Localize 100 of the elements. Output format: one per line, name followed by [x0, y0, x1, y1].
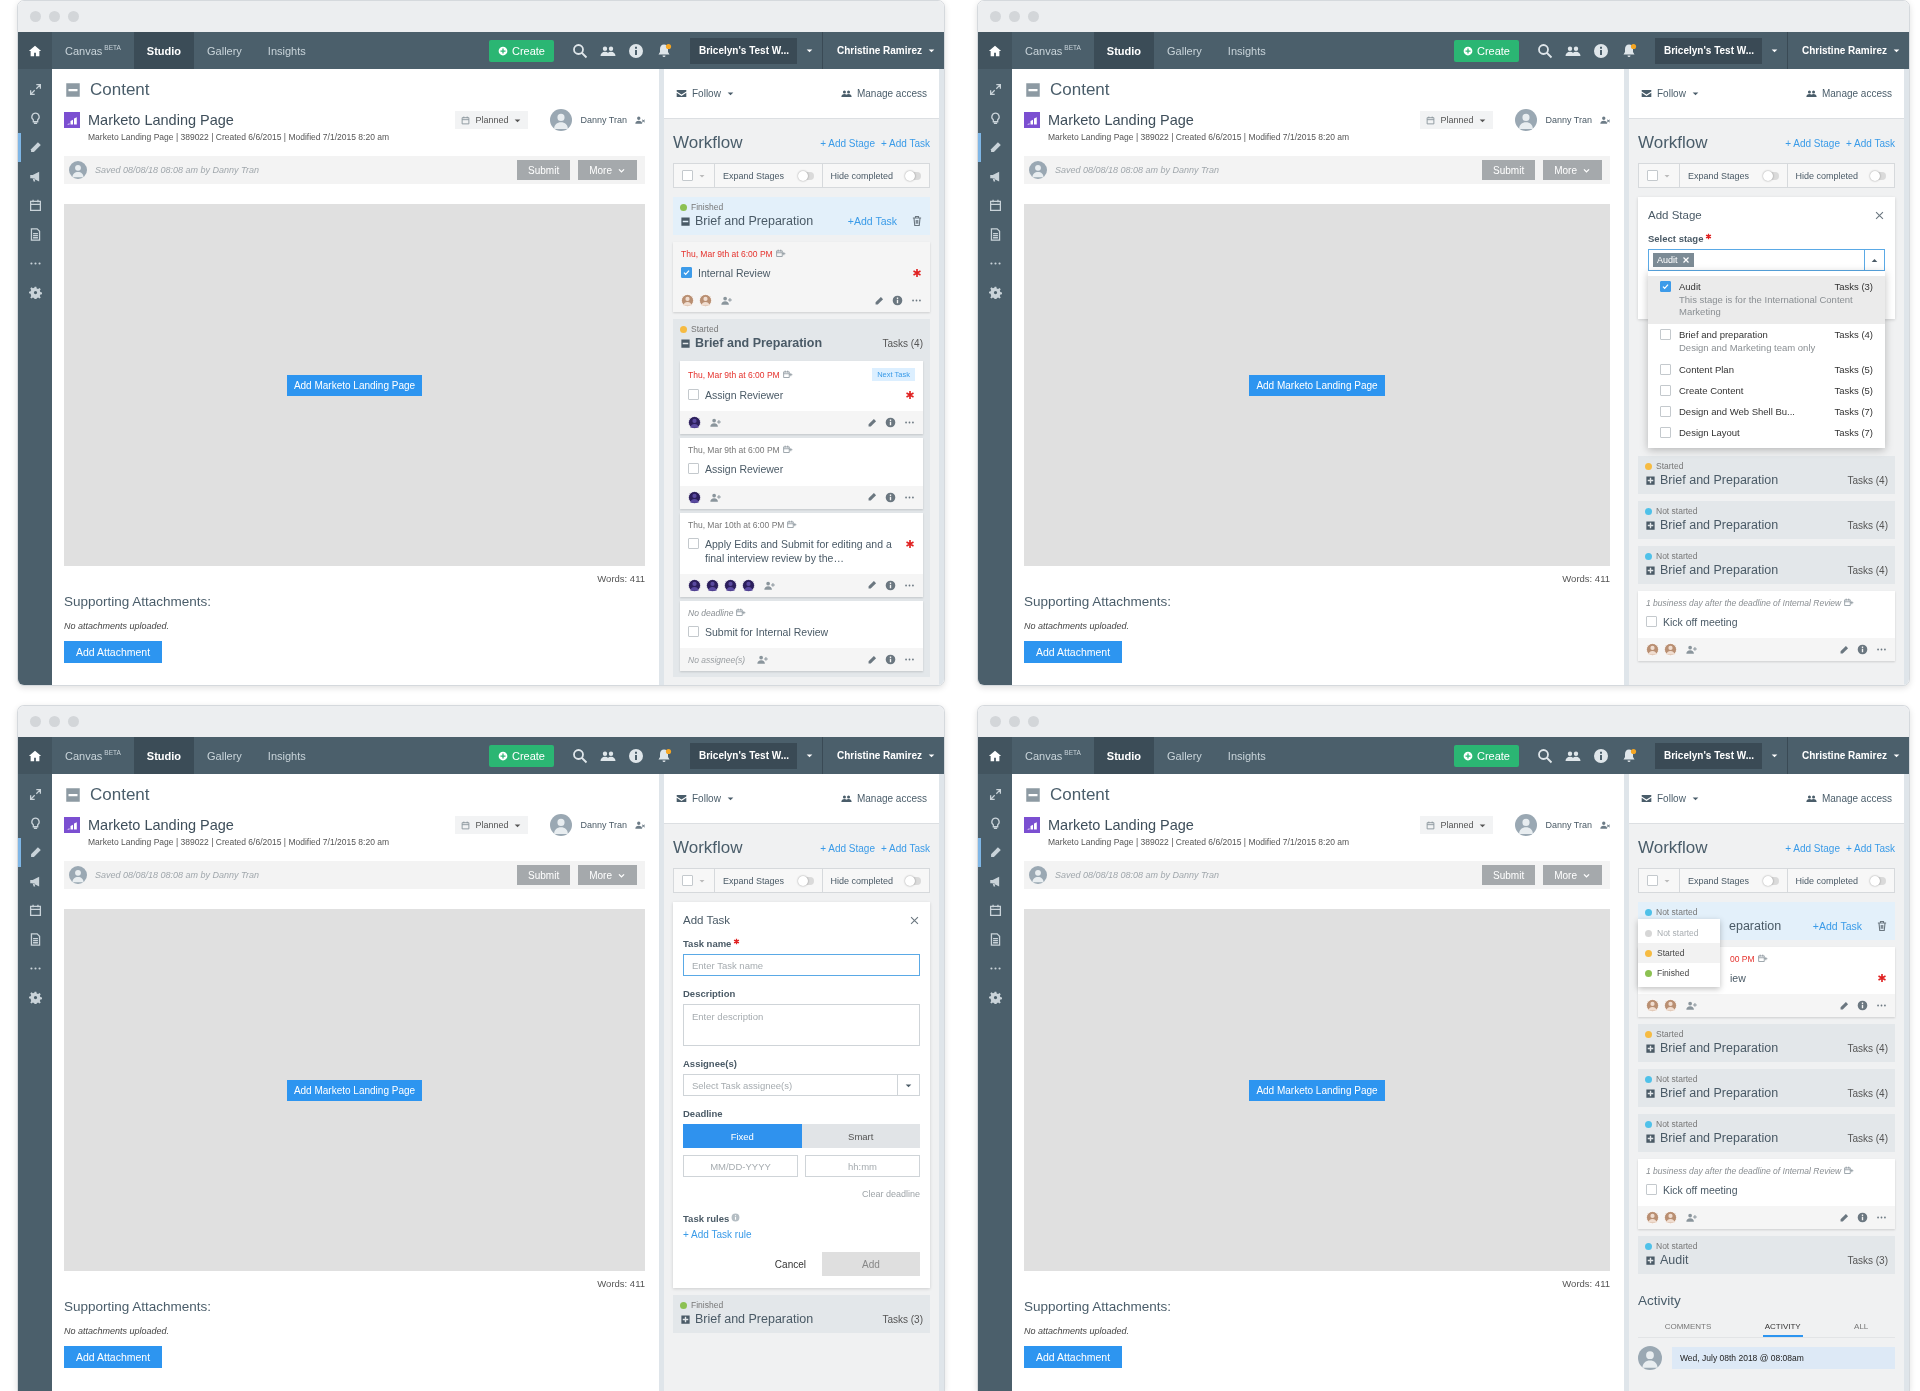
- edit-icon[interactable]: [867, 492, 877, 502]
- remove-person-icon[interactable]: [635, 820, 645, 830]
- nav-tab[interactable]: Insights: [1214, 32, 1279, 69]
- task-checkbox[interactable]: [1646, 616, 1657, 627]
- collapse-icon[interactable]: [680, 215, 691, 227]
- stage-option[interactable]: Design and Web Shell Bu... Tasks (7): [1648, 401, 1885, 423]
- stage-group[interactable]: Finished Brief and Preparation Tasks (3): [673, 1295, 930, 1333]
- info-icon[interactable]: [885, 417, 896, 429]
- info-icon[interactable]: [1592, 42, 1609, 59]
- expand-icon[interactable]: [1645, 474, 1656, 486]
- cancel-button[interactable]: Cancel: [768, 1258, 812, 1270]
- calendar-plus-icon[interactable]: [736, 607, 747, 618]
- search-icon[interactable]: [1536, 42, 1553, 59]
- hide-completed-toggle[interactable]: [1871, 171, 1886, 180]
- task-checkbox[interactable]: [688, 625, 699, 637]
- stage-header[interactable]: Finished Brief and Preparation +Add Task: [673, 197, 930, 235]
- info-icon[interactable]: [1857, 1212, 1868, 1224]
- info-icon[interactable]: [885, 654, 896, 666]
- deadline-mode-tab[interactable]: Smart: [801, 1124, 920, 1148]
- status-dropdown[interactable]: Planned: [455, 816, 529, 834]
- expand-icon[interactable]: [1645, 519, 1656, 531]
- stage-group[interactable]: Not started Brief and Preparation Tasks (4): [1638, 546, 1895, 584]
- deadline-mode-tab[interactable]: Fixed: [683, 1124, 802, 1148]
- expand-toggle[interactable]: [798, 876, 814, 885]
- calendar-plus-icon[interactable]: [782, 369, 793, 380]
- workspace-dropdown[interactable]: Bricelyn's Test W...: [689, 37, 822, 64]
- bell-icon[interactable]: [655, 747, 672, 764]
- select-all-checkbox[interactable]: [1647, 170, 1658, 181]
- task-card[interactable]: Thu, Mar 9th at 6:00 PM Internal Review: [673, 242, 930, 313]
- calendar-plus-icon[interactable]: [787, 519, 798, 530]
- info-icon[interactable]: [627, 747, 644, 764]
- follow-button[interactable]: Follow: [1641, 88, 1700, 99]
- nav-tab[interactable]: Gallery: [194, 32, 255, 69]
- home-button[interactable]: [18, 737, 52, 774]
- task-card[interactable]: 1 business day after the deadline of Internal Review Kick off meeting: [1638, 1159, 1895, 1230]
- task-checkbox[interactable]: [688, 389, 699, 401]
- manage-access-button[interactable]: Manage access: [840, 793, 927, 804]
- select-all-checkbox[interactable]: [682, 875, 693, 886]
- add-person-icon[interactable]: [1686, 1000, 1697, 1012]
- collapse-icon[interactable]: [1024, 786, 1042, 804]
- activity-tab[interactable]: ALL: [1852, 1318, 1871, 1338]
- activity-tab[interactable]: COMMENTS: [1662, 1318, 1714, 1338]
- add-person-icon[interactable]: [764, 579, 775, 591]
- workspace-dropdown[interactable]: Bricelyn's Test W...: [689, 742, 822, 769]
- assignee-field[interactable]: Select Task assignee(s): [683, 1074, 898, 1096]
- edit-icon[interactable]: [1839, 644, 1849, 655]
- task-name-field[interactable]: Enter Task name: [683, 954, 920, 976]
- stage-group[interactable]: Not started Brief and Preparation Tasks (4): [1638, 1069, 1895, 1108]
- add-person-icon[interactable]: [721, 295, 732, 307]
- activity-tab[interactable]: ACTIVITY: [1762, 1318, 1803, 1338]
- nav-tab[interactable]: Gallery: [1154, 737, 1215, 774]
- nav-tab[interactable]: Canvas $^{BETA}$: [52, 737, 134, 774]
- stage-group[interactable]: Not started Brief and Preparation Tasks (4): [1638, 501, 1895, 539]
- stage-option[interactable]: Brief and preparation Tasks (4) Design and Marketing team only: [1648, 323, 1885, 360]
- expand-icon[interactable]: [680, 1313, 691, 1325]
- bell-icon[interactable]: [1620, 747, 1637, 764]
- task-card[interactable]: Thu, Mar 9th at 6:00 PM Assign Reviewer: [680, 438, 923, 509]
- manage-access-button[interactable]: Manage access: [1805, 88, 1892, 99]
- calendar-plus-icon[interactable]: [1757, 954, 1768, 964]
- close-icon[interactable]: [1874, 209, 1885, 221]
- edit-icon[interactable]: [867, 417, 877, 428]
- expand-icon[interactable]: [1645, 1042, 1656, 1054]
- stage-group[interactable]: Started Brief and Preparation Tasks (4): [1638, 456, 1895, 494]
- nav-tab[interactable]: Insights: [254, 737, 319, 774]
- nav-tab[interactable]: Studio: [1093, 32, 1154, 69]
- expand-toggle[interactable]: [798, 171, 814, 180]
- manage-access-button[interactable]: Manage access: [1805, 793, 1892, 804]
- home-button[interactable]: [978, 737, 1012, 774]
- close-icon[interactable]: [909, 914, 920, 926]
- edit-icon[interactable]: [1839, 1212, 1849, 1223]
- task-card[interactable]: Thu, Mar 10th at 6:00 PM Apply Edits and Submit for editing and a final interview review by the…: [680, 512, 923, 597]
- follow-button[interactable]: Follow: [676, 793, 735, 804]
- task-card[interactable]: 1 business day after the deadline of Internal Review Kick off meeting: [1638, 591, 1895, 662]
- follow-button[interactable]: Follow: [676, 88, 735, 99]
- follow-button[interactable]: Follow: [1641, 793, 1700, 804]
- remove-person-icon[interactable]: [1600, 115, 1610, 125]
- status-option[interactable]: Started: [1638, 943, 1720, 963]
- task-checkbox[interactable]: [681, 267, 692, 278]
- hide-completed-toggle[interactable]: [906, 171, 921, 180]
- option-checkbox[interactable]: [1660, 427, 1671, 439]
- info-icon[interactable]: [627, 42, 644, 59]
- hide-completed-toggle[interactable]: [906, 876, 921, 885]
- time-field[interactable]: hh:mm: [805, 1155, 920, 1177]
- stage-group[interactable]: [673, 319, 930, 678]
- stage-option[interactable]: Content Plan Tasks (5): [1648, 359, 1885, 381]
- nav-tab[interactable]: Insights: [254, 32, 319, 69]
- nav-tab[interactable]: Studio: [133, 32, 194, 69]
- expand-icon[interactable]: [1645, 1132, 1656, 1144]
- calendar-plus-icon[interactable]: [1844, 598, 1855, 608]
- edit-icon[interactable]: [867, 580, 877, 591]
- stage-option[interactable]: Design Layout Tasks (7): [1648, 422, 1885, 444]
- expand-icon[interactable]: [1645, 1087, 1656, 1099]
- task-checkbox[interactable]: [688, 463, 699, 475]
- calendar-plus-icon[interactable]: [782, 445, 793, 456]
- collapse-icon[interactable]: [680, 337, 691, 349]
- status-dropdown[interactable]: Planned: [1420, 111, 1494, 129]
- task-checkbox[interactable]: [688, 537, 699, 549]
- status-dropdown[interactable]: Planned: [1420, 816, 1494, 834]
- search-icon[interactable]: [1536, 747, 1553, 764]
- expand-icon[interactable]: [1645, 1254, 1656, 1266]
